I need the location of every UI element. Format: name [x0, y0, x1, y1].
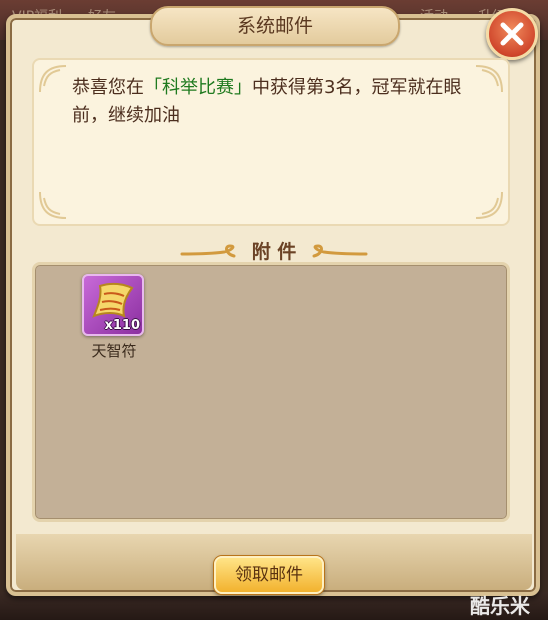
dialog-title: 系统邮件	[236, 15, 313, 37]
corner-ornament-icon	[39, 65, 67, 93]
right-swirl-icon	[312, 244, 368, 258]
message-text: 恭喜您在「科举比赛」中获得第3名，冠军就在眼前，继续加油	[72, 74, 482, 130]
message-highlight: 「科举比赛」	[144, 77, 252, 98]
item-name: 天智符	[91, 342, 137, 360]
dialog-title-plate: 系统邮件	[150, 6, 400, 46]
close-button[interactable]	[486, 8, 538, 60]
attachment-item-slot[interactable]: x110	[82, 274, 144, 336]
claim-mail-label: 领取邮件	[235, 565, 303, 585]
message-prefix: 恭喜您在	[72, 77, 144, 98]
item-quantity: x110	[104, 318, 140, 333]
corner-ornament-icon	[39, 191, 67, 219]
background-bottom	[0, 592, 548, 620]
message-box: 恭喜您在「科举比赛」中获得第3名，冠军就在眼前，继续加油	[32, 58, 510, 226]
close-x-icon	[500, 22, 524, 46]
claim-mail-button[interactable]: 领取邮件	[214, 556, 324, 594]
corner-ornament-icon	[475, 191, 503, 219]
left-swirl-icon	[180, 244, 236, 258]
watermark: 酷乐米	[470, 594, 530, 618]
